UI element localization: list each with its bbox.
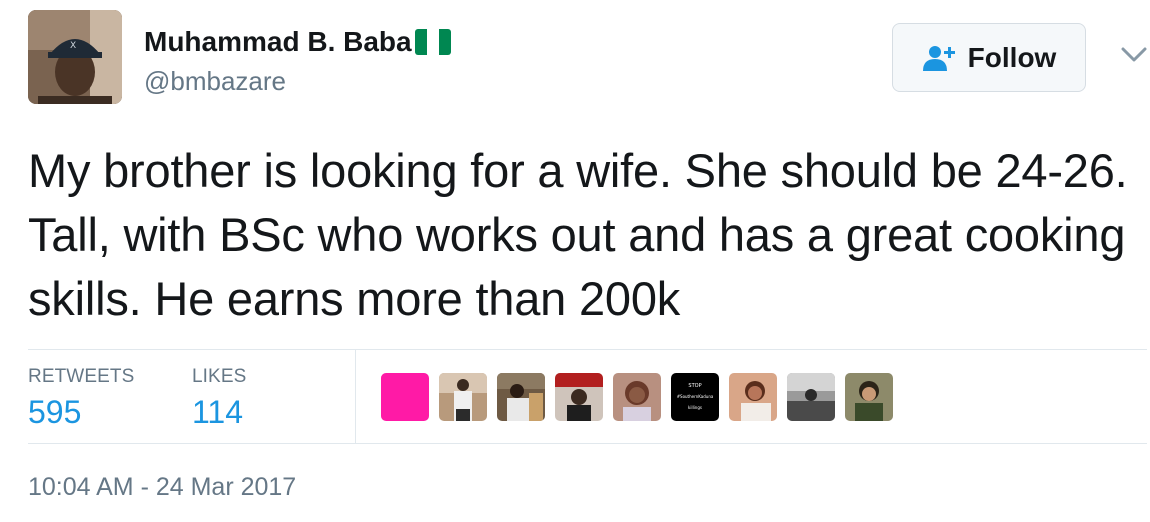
- person-photo-icon: [613, 373, 661, 421]
- follow-button[interactable]: Follow: [892, 23, 1086, 92]
- avatar-photo: X: [28, 10, 122, 104]
- liker-avatar-9[interactable]: [845, 373, 893, 421]
- user-handle[interactable]: @bmbazare: [144, 66, 286, 97]
- person-photo-icon: [497, 373, 545, 421]
- tweet-text: My brother is looking for a wife. She sh…: [28, 144, 1128, 325]
- liker-avatar-8[interactable]: [787, 373, 835, 421]
- pink-avatar-icon: [381, 373, 429, 421]
- bw-photo-icon: [787, 373, 835, 421]
- svg-text:X: X: [70, 41, 76, 51]
- retweets-stat[interactable]: RETWEETS 595: [28, 366, 134, 431]
- tweet-timestamp[interactable]: 10:04 AM - 24 Mar 2017: [28, 473, 296, 502]
- person-photo-icon: [845, 373, 893, 421]
- text-avatar-icon: STOP #SouthernKaduna killings: [671, 373, 719, 421]
- liker-avatar-6[interactable]: STOP #SouthernKaduna killings: [671, 373, 719, 421]
- nigeria-flag-icon: [414, 29, 451, 55]
- display-name[interactable]: Muhammad B. Baba: [144, 26, 451, 58]
- liker-avatar-5[interactable]: [613, 373, 661, 421]
- likes-count: 114: [192, 394, 244, 430]
- display-name-text: Muhammad B. Baba: [144, 26, 412, 57]
- flag-white-center: [426, 29, 439, 55]
- person-photo-icon: [439, 373, 487, 421]
- liker-avatar-1[interactable]: [381, 373, 429, 421]
- likers-avatars: STOP #SouthernKaduna killings: [381, 373, 903, 421]
- chevron-down-icon[interactable]: [1120, 45, 1148, 65]
- stats-divider: [355, 350, 356, 443]
- liker-avatar-3[interactable]: [497, 373, 545, 421]
- liker-avatar-4[interactable]: [555, 373, 603, 421]
- retweets-label: RETWEETS: [28, 366, 135, 387]
- text-avatar-line2: #SouthernKaduna: [677, 394, 714, 399]
- follow-button-label: Follow: [967, 41, 1057, 73]
- add-user-icon: [922, 45, 955, 71]
- text-avatar-line1: STOP: [688, 383, 701, 389]
- flag-green-right: [438, 29, 451, 55]
- likes-stat[interactable]: LIKES 114: [192, 366, 246, 431]
- person-photo-icon: [729, 373, 777, 421]
- retweets-count: 595: [28, 394, 82, 430]
- liker-avatar-2[interactable]: [439, 373, 487, 421]
- avatar[interactable]: X: [28, 10, 122, 104]
- likes-label: LIKES: [192, 366, 247, 387]
- tweet-stats: RETWEETS 595 LIKES 114 STOP #SouthernKad…: [28, 349, 1147, 444]
- flag-green-left: [414, 29, 427, 55]
- person-photo-icon: [555, 373, 603, 421]
- text-avatar-line3: killings: [688, 405, 702, 410]
- liker-avatar-7[interactable]: [729, 373, 777, 421]
